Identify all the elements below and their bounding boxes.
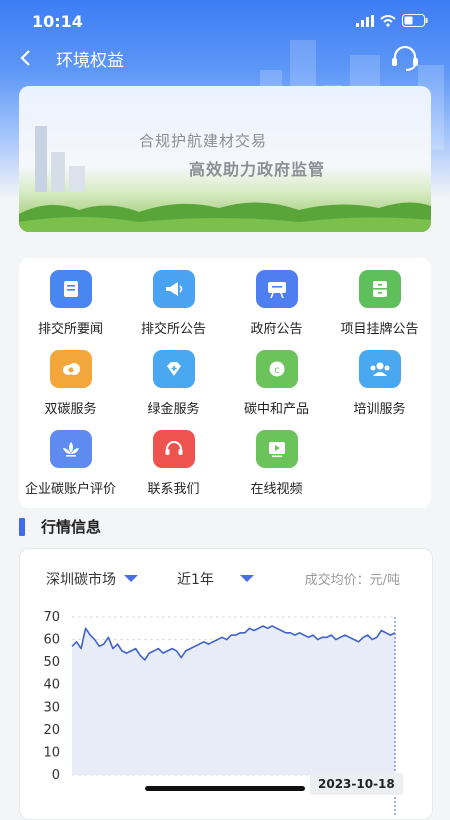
menu-item-exchange-news[interactable]: 排交所要闻 xyxy=(19,270,122,337)
group-icon xyxy=(358,350,401,388)
y-tick-label: 0 xyxy=(52,768,60,783)
page-title: 环境权益 xyxy=(56,51,124,71)
news-icon xyxy=(49,270,92,308)
market-select[interactable]: 深圳碳市场 xyxy=(46,569,138,589)
menu-item-training[interactable]: 培训服务 xyxy=(328,350,431,417)
menu-item-label: 在线视频 xyxy=(250,482,303,497)
chevron-down-icon xyxy=(239,575,254,582)
section-title: 行情信息 xyxy=(41,518,102,536)
period-select-value: 近1年 xyxy=(177,572,214,588)
y-tick-label: 50 xyxy=(43,655,60,670)
price-unit-label: 成交均价：元/吨 xyxy=(304,573,400,588)
menu-item-green-finance[interactable]: 绿金服务 xyxy=(122,350,225,417)
service-menu-grid: 排交所要闻 排交所公告 政府公告 项目挂牌公告 双碳服务 绿金服务 c 碳中和产… xyxy=(19,258,431,508)
period-select[interactable]: 近1年 xyxy=(177,569,254,589)
grass-decoration xyxy=(19,202,431,232)
headset-icon xyxy=(152,430,195,468)
banner-line-1: 合规护航建材交易 xyxy=(139,132,268,150)
menu-item-label: 排交所公告 xyxy=(140,322,206,337)
menu-item-exchange-notices[interactable]: 排交所公告 xyxy=(122,270,225,337)
section-accent-bar xyxy=(19,518,25,536)
y-tick-label: 30 xyxy=(43,700,60,715)
y-tick-label: 60 xyxy=(43,633,60,648)
customer-service-icon[interactable] xyxy=(390,44,420,72)
menu-item-label: 联系我们 xyxy=(147,482,200,497)
menu-item-label: 绿金服务 xyxy=(147,402,200,417)
y-tick-label: 40 xyxy=(43,678,60,693)
svg-text:c: c xyxy=(274,365,280,376)
video-icon xyxy=(255,430,298,468)
menu-item-contact-us[interactable]: 联系我们 xyxy=(122,430,225,497)
megaphone-icon xyxy=(152,270,195,308)
menu-item-label: 培训服务 xyxy=(353,402,406,417)
y-tick-label: 10 xyxy=(43,745,60,760)
back-icon[interactable] xyxy=(16,44,36,72)
menu-item-project-listing[interactable]: 项目挂牌公告 xyxy=(328,270,431,337)
status-time: 10:14 xyxy=(32,12,83,31)
menu-item-label: 政府公告 xyxy=(250,322,303,337)
nav-bar: 环境权益 xyxy=(0,40,450,76)
lotus-icon xyxy=(49,430,92,468)
chart-date-badge: 2023-10-18 xyxy=(310,773,403,795)
chevron-down-icon xyxy=(124,575,138,582)
menu-item-label: 项目挂牌公告 xyxy=(340,322,419,337)
home-indicator xyxy=(145,786,305,791)
carbon-icon: c xyxy=(255,350,298,388)
wifi-icon xyxy=(380,14,396,27)
board-icon xyxy=(255,270,298,308)
menu-item-dual-carbon[interactable]: 双碳服务 xyxy=(19,350,122,417)
menu-item-carbon-neutral-products[interactable]: c 碳中和产品 xyxy=(225,350,328,417)
menu-item-carbon-account-rating[interactable]: 企业碳账户评价 xyxy=(19,430,122,497)
y-tick-label: 20 xyxy=(43,723,60,738)
promo-banner[interactable]: 合规护航建材交易 高效助力政府监管 xyxy=(19,86,431,232)
market-select-value: 深圳碳市场 xyxy=(46,572,116,588)
building-decoration xyxy=(35,126,85,192)
menu-item-label: 碳中和产品 xyxy=(243,402,309,417)
diamond-icon xyxy=(152,350,195,388)
menu-item-label: 排交所要闻 xyxy=(37,322,103,337)
banner-line-2: 高效助力政府监管 xyxy=(189,160,326,179)
cabinet-icon xyxy=(358,270,401,308)
menu-item-label: 企业碳账户评价 xyxy=(24,482,116,497)
battery-icon xyxy=(402,14,428,27)
signal-icon xyxy=(356,14,374,27)
cloud-icon xyxy=(49,350,92,388)
menu-item-online-video[interactable]: 在线视频 xyxy=(225,430,328,497)
market-card: 深圳碳市场 近1年 成交均价：元/吨 0 10 20 30 40 50 60 70 2023-… xyxy=(19,548,433,820)
menu-item-label: 双碳服务 xyxy=(44,402,97,417)
y-tick-label: 70 xyxy=(43,610,60,625)
status-bar: 10:14 xyxy=(0,0,450,44)
menu-item-government-notices[interactable]: 政府公告 xyxy=(225,270,328,337)
